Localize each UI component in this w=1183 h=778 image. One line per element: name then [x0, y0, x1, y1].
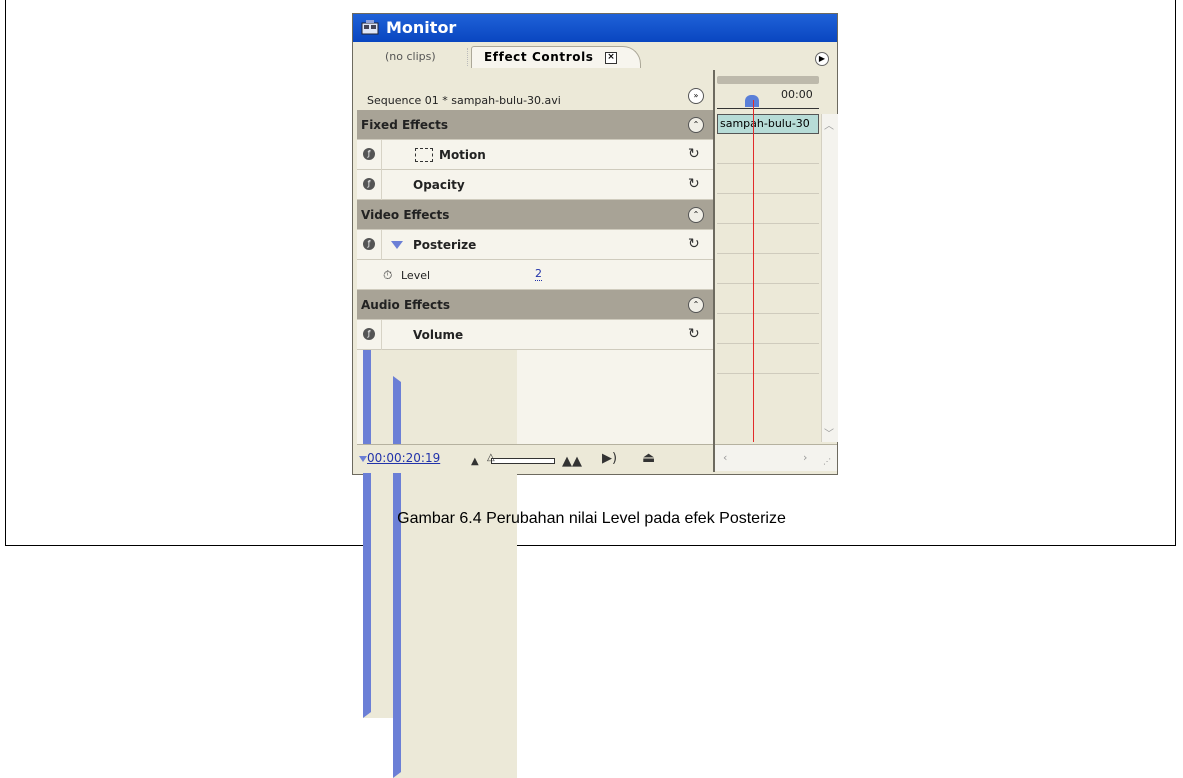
effect-row-posterize[interactable]: ƒ Posterize ↻ — [357, 230, 713, 260]
horizontal-scrollbar[interactable]: ‹ › ⋰ — [715, 444, 837, 471]
zoom-in-icon[interactable]: ▲▲ — [562, 454, 582, 469]
effect-row-motion[interactable]: ƒ Motion ↻ — [357, 140, 713, 598]
motion-icon[interactable] — [415, 148, 433, 162]
effect-label: Volume — [413, 328, 464, 342]
fx-toggle-icon[interactable]: ƒ — [363, 238, 375, 250]
sequence-label: Sequence 01 * sampah-bulu-30.avi — [367, 94, 561, 107]
scroll-down-icon[interactable]: ﹀ — [824, 425, 834, 440]
tab-effect-controls[interactable]: Effect Controls × — [471, 46, 641, 68]
clip-bar[interactable]: sampah-bulu-30 — [717, 114, 819, 134]
param-label: Level — [401, 269, 431, 282]
collapse-icon[interactable]: ⌃ — [688, 117, 704, 133]
scroll-up-icon[interactable]: ︿ — [824, 117, 834, 132]
title-bar[interactable]: Monitor — [353, 14, 837, 42]
fx-toggle-icon[interactable]: ƒ — [363, 178, 375, 190]
sequence-row: Sequence 01 * sampah-bulu-30.avi » — [357, 70, 713, 110]
figure-caption: Gambar 6.4 Perubahan nilai Level pada ef… — [397, 510, 786, 527]
section-label: Audio Effects — [361, 298, 451, 312]
reset-icon[interactable]: ↻ — [688, 176, 700, 192]
section-label: Video Effects — [361, 208, 450, 222]
current-time-indicator[interactable] — [753, 100, 754, 442]
zoom-slider[interactable] — [491, 458, 555, 464]
timecode-menu-icon[interactable] — [359, 456, 367, 462]
monitor-window: Monitor (no clips) Effect Controls × ▶ S… — [352, 13, 838, 778]
zoom-slider-thumb[interactable]: △ — [487, 452, 495, 463]
scroll-right-icon[interactable]: › — [803, 451, 807, 464]
panel-menu-button[interactable]: ▶ — [815, 52, 829, 66]
reset-icon[interactable]: ↻ — [688, 146, 700, 162]
zoom-out-icon[interactable]: ▲ — [471, 456, 479, 467]
play-audio-icon[interactable]: ▶) — [602, 451, 617, 466]
show-timeline-button[interactable]: » — [688, 88, 704, 104]
fx-toggle-icon[interactable]: ƒ — [363, 328, 375, 340]
time-ruler[interactable]: 00:00 — [715, 70, 821, 114]
tab-strip: (no clips) Effect Controls × ▶ — [353, 42, 837, 70]
resize-grip-icon[interactable]: ⋰ — [823, 457, 831, 466]
reset-icon[interactable]: ↻ — [688, 326, 700, 342]
monitor-app-icon — [361, 20, 379, 35]
expand-triangle-icon[interactable] — [393, 376, 517, 778]
vertical-scrollbar[interactable]: ︿ ﹀ — [821, 114, 838, 442]
panel-footer: 00:00:20:19 ▲ △ ▲▲ ▶) ⏏ — [357, 444, 713, 473]
effect-row-volume[interactable]: ƒ Volume ↻ — [357, 320, 713, 778]
window-title: Monitor — [386, 18, 457, 37]
scroll-left-icon[interactable]: ‹ — [723, 451, 727, 464]
export-icon[interactable]: ⏏ — [642, 450, 655, 466]
playhead-icon[interactable] — [745, 95, 759, 107]
timeline-panel: 00:00 sampah-bulu-30 ︿ ﹀ ‹ › ⋰ — [713, 70, 838, 472]
effect-label: Motion — [439, 148, 486, 162]
effect-controls-panel: Sequence 01 * sampah-bulu-30.avi » Fixed… — [357, 70, 713, 778]
collapse-triangle-icon[interactable] — [391, 241, 403, 249]
section-audio-effects: Audio Effects ⌃ — [357, 290, 713, 320]
effect-label: Opacity — [413, 178, 465, 192]
ruler-ticks — [717, 100, 819, 109]
reset-icon[interactable]: ↻ — [688, 236, 700, 252]
work-area-bar[interactable] — [717, 76, 819, 84]
fx-toggle-icon[interactable]: ƒ — [363, 148, 375, 160]
param-row-level: ⏱ Level 2 — [357, 260, 713, 718]
collapse-icon[interactable]: ⌃ — [688, 207, 704, 223]
effect-label: Posterize — [413, 238, 477, 252]
tab-effect-controls-label: Effect Controls — [484, 50, 594, 64]
section-video-effects: Video Effects ⌃ — [357, 200, 713, 230]
timeline-rows — [717, 134, 819, 440]
effect-row-opacity[interactable]: ƒ Opacity ↻ — [357, 170, 713, 628]
level-value[interactable]: 2 — [535, 268, 542, 281]
section-fixed-effects: Fixed Effects ⌃ — [357, 110, 713, 140]
collapse-icon[interactable]: ⌃ — [688, 297, 704, 313]
stopwatch-icon[interactable]: ⏱ — [383, 268, 392, 283]
tab-no-clips[interactable]: (no clips) — [375, 48, 446, 66]
timecode[interactable]: 00:00:20:19 — [367, 451, 440, 465]
section-label: Fixed Effects — [361, 118, 449, 132]
close-icon[interactable]: × — [605, 52, 617, 64]
